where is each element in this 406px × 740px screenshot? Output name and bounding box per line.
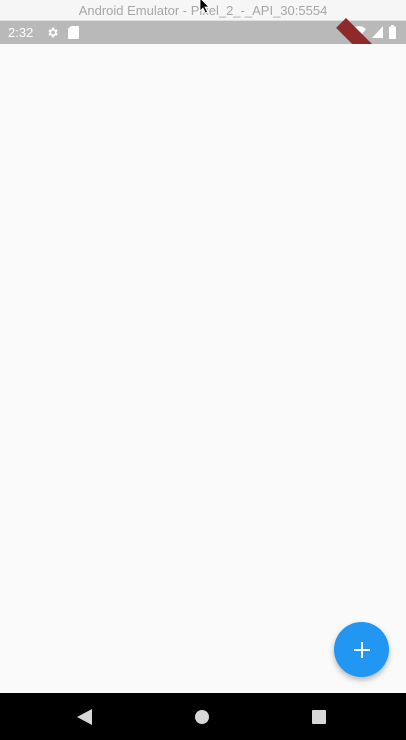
- signal-icon: [372, 26, 383, 38]
- back-icon[interactable]: [77, 709, 92, 725]
- battery-icon: [389, 25, 396, 39]
- recent-apps-icon[interactable]: [312, 710, 326, 724]
- emulator-screen: Android Emulator - Pixel_2_-_API_30:5554…: [0, 0, 406, 740]
- add-button[interactable]: [334, 622, 389, 677]
- plus-icon: [353, 641, 370, 658]
- gear-icon: [48, 27, 58, 38]
- status-time: 2:32: [8, 25, 34, 40]
- navigation-bar: [0, 693, 406, 740]
- mouse-cursor-icon: [199, 0, 210, 14]
- app-content-area: [0, 44, 406, 693]
- home-icon[interactable]: [195, 710, 209, 724]
- sdcard-icon: [68, 26, 79, 39]
